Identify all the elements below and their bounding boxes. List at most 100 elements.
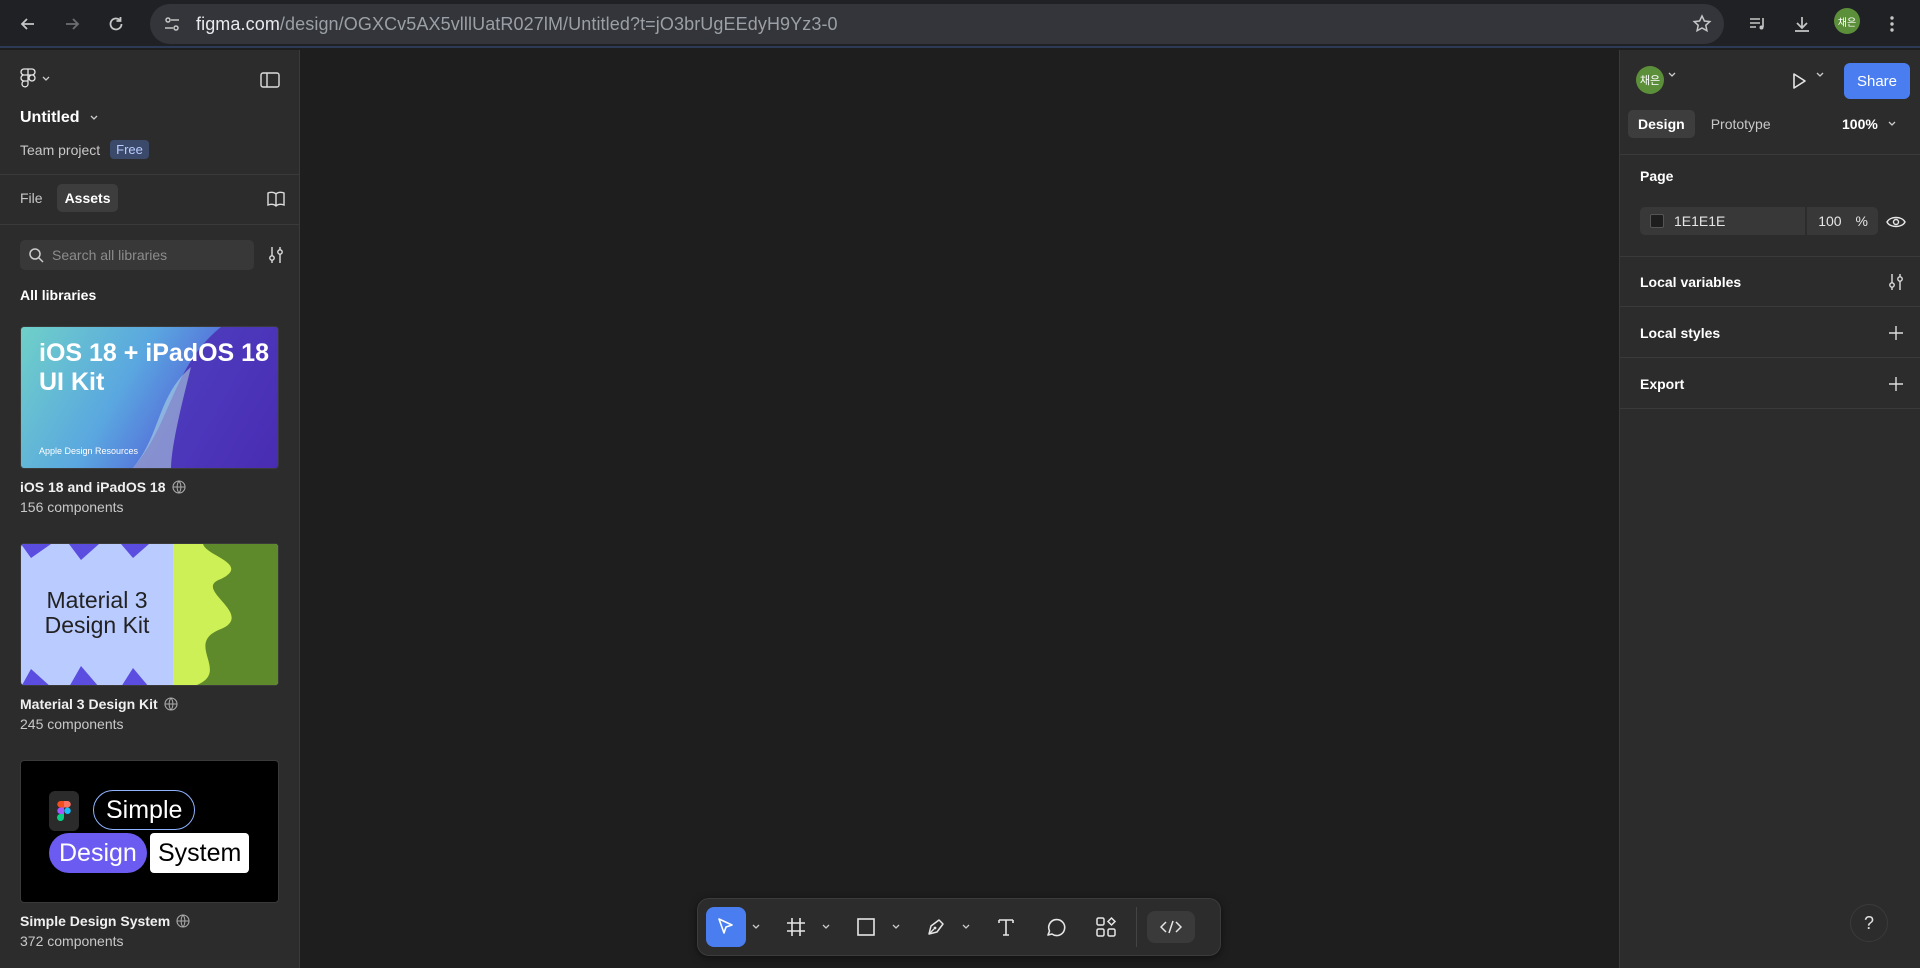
thumb-word-simple: Simple [93, 790, 196, 830]
eye-icon[interactable] [1884, 210, 1908, 234]
zoom-dropdown[interactable]: 100% [1842, 116, 1896, 132]
library-count: 156 components [20, 499, 124, 515]
reload-button[interactable] [100, 8, 132, 40]
chevron-down-icon [90, 115, 98, 120]
back-button[interactable] [12, 8, 44, 40]
toggle-sidebar-button[interactable] [256, 68, 284, 92]
chevron-down-icon [1888, 121, 1896, 126]
libraries-heading: All libraries [20, 287, 97, 303]
site-settings-icon[interactable] [160, 12, 184, 36]
url-text: figma.com/design/OGXCv5AX5vlllUatR027lM/… [196, 14, 838, 34]
library-thumbnail: Simple Design System [20, 760, 279, 903]
user-avatar[interactable]: 채은 [1636, 66, 1664, 94]
tab-design[interactable]: Design [1628, 110, 1695, 138]
cursor-icon [718, 918, 733, 934]
address-bar[interactable]: figma.com/design/OGXCv5AX5vlllUatR027lM/… [150, 4, 1724, 44]
move-tool-dropdown[interactable] [746, 907, 766, 947]
bookmark-star-icon[interactable] [1690, 12, 1714, 36]
design-canvas[interactable] [301, 50, 1619, 968]
chevron-down-icon [42, 76, 50, 81]
pen-icon [928, 919, 944, 935]
add-export-plus-icon[interactable] [1886, 374, 1906, 394]
rectangle-icon [857, 918, 875, 936]
divider [1620, 154, 1920, 155]
tab-assets[interactable]: Assets [56, 184, 119, 212]
library-count: 245 components [20, 716, 124, 732]
divider [1620, 408, 1920, 409]
text-tool-button[interactable] [986, 907, 1026, 947]
figma-logo-icon [20, 68, 36, 88]
color-swatch[interactable] [1650, 214, 1664, 228]
figma-logo-icon [49, 791, 79, 831]
comment-icon [1047, 918, 1066, 937]
search-input[interactable] [52, 247, 242, 263]
library-name: Material 3 Design Kit [20, 696, 158, 712]
thumb-word-system: System [150, 833, 250, 873]
plan-badge[interactable]: Free [110, 140, 149, 159]
move-tool-button[interactable] [706, 907, 746, 947]
pen-tool-button[interactable] [916, 907, 956, 947]
variables-adjust-icon[interactable] [1886, 272, 1906, 292]
browser-menu-icon[interactable] [1876, 8, 1908, 40]
add-style-plus-icon[interactable] [1886, 323, 1906, 343]
page-opacity-field[interactable]: 100 % [1807, 207, 1878, 235]
bottom-toolbar [697, 898, 1221, 956]
thumb-word-design: Design [49, 833, 147, 873]
file-title-button[interactable]: Untitled [20, 109, 98, 127]
library-card-ios[interactable]: iOS 18 + iPadOS 18 UI Kit Apple Design R… [20, 326, 279, 515]
help-button[interactable]: ? [1850, 904, 1888, 942]
thumb-title: iOS 18 + iPadOS 18 UI Kit [39, 339, 269, 396]
chevron-down-icon [752, 924, 760, 929]
media-queue-icon[interactable] [1742, 8, 1774, 40]
chevron-down-icon[interactable] [1668, 72, 1676, 78]
share-button[interactable]: Share [1844, 63, 1910, 99]
forward-button[interactable] [56, 8, 88, 40]
divider [1620, 256, 1920, 257]
globe-icon [176, 914, 190, 928]
library-card-simple[interactable]: Simple Design System Simple Design Syste… [20, 760, 279, 949]
library-search [20, 240, 254, 270]
search-icon [29, 248, 44, 263]
frame-tool-button[interactable] [776, 907, 816, 947]
library-filter-icon[interactable] [264, 243, 288, 267]
comment-tool-button[interactable] [1036, 907, 1076, 947]
back-arrow-icon [20, 18, 34, 30]
download-icon[interactable] [1786, 8, 1818, 40]
sidebar-layout-icon [260, 72, 280, 88]
library-book-icon[interactable] [264, 187, 288, 211]
right-sidebar: 채은 Share Design Prototype 100% Page 1E1E… [1619, 50, 1920, 968]
page-section-title: Page [1640, 168, 1674, 184]
team-name[interactable]: Team project [20, 142, 100, 158]
main-menu-button[interactable] [20, 68, 50, 90]
library-count: 372 components [20, 933, 124, 949]
page-color-hex: 1E1E1E [1674, 213, 1726, 229]
left-sidebar: Untitled Team project Free File Assets A… [0, 50, 300, 968]
tab-prototype[interactable]: Prototype [1701, 110, 1781, 138]
right-tabs: Design Prototype [1628, 110, 1781, 138]
left-tabs: File Assets [12, 184, 119, 212]
library-card-material[interactable]: Material 3 Design Kit Material 3 Design … [20, 543, 279, 732]
shape-tool-button[interactable] [846, 907, 886, 947]
present-button[interactable] [1785, 67, 1813, 95]
browser-toolbar: figma.com/design/OGXCv5AX5vlllUatR027lM/… [0, 0, 1920, 48]
chevron-down-icon[interactable] [1816, 72, 1824, 78]
divider [1620, 357, 1920, 358]
browser-profile-avatar[interactable]: 채은 [1834, 8, 1860, 34]
shape-tool-dropdown[interactable] [886, 907, 906, 947]
tab-file[interactable]: File [12, 184, 51, 212]
pen-tool-dropdown[interactable] [956, 907, 976, 947]
dev-mode-toggle[interactable] [1147, 911, 1195, 943]
components-actions-icon [1096, 916, 1117, 937]
project-info: Team project Free [20, 140, 149, 159]
globe-icon [171, 480, 186, 494]
export-title: Export [1640, 376, 1685, 392]
divider [0, 224, 299, 225]
page-color-field[interactable]: 1E1E1E [1640, 207, 1805, 235]
frame-tool-dropdown[interactable] [816, 907, 836, 947]
chevron-down-icon [822, 924, 830, 929]
text-icon [998, 919, 1014, 936]
local-variables-title[interactable]: Local variables [1640, 274, 1741, 290]
forward-arrow-icon [66, 18, 80, 30]
play-icon [1793, 73, 1806, 89]
actions-tool-button[interactable] [1086, 907, 1126, 947]
